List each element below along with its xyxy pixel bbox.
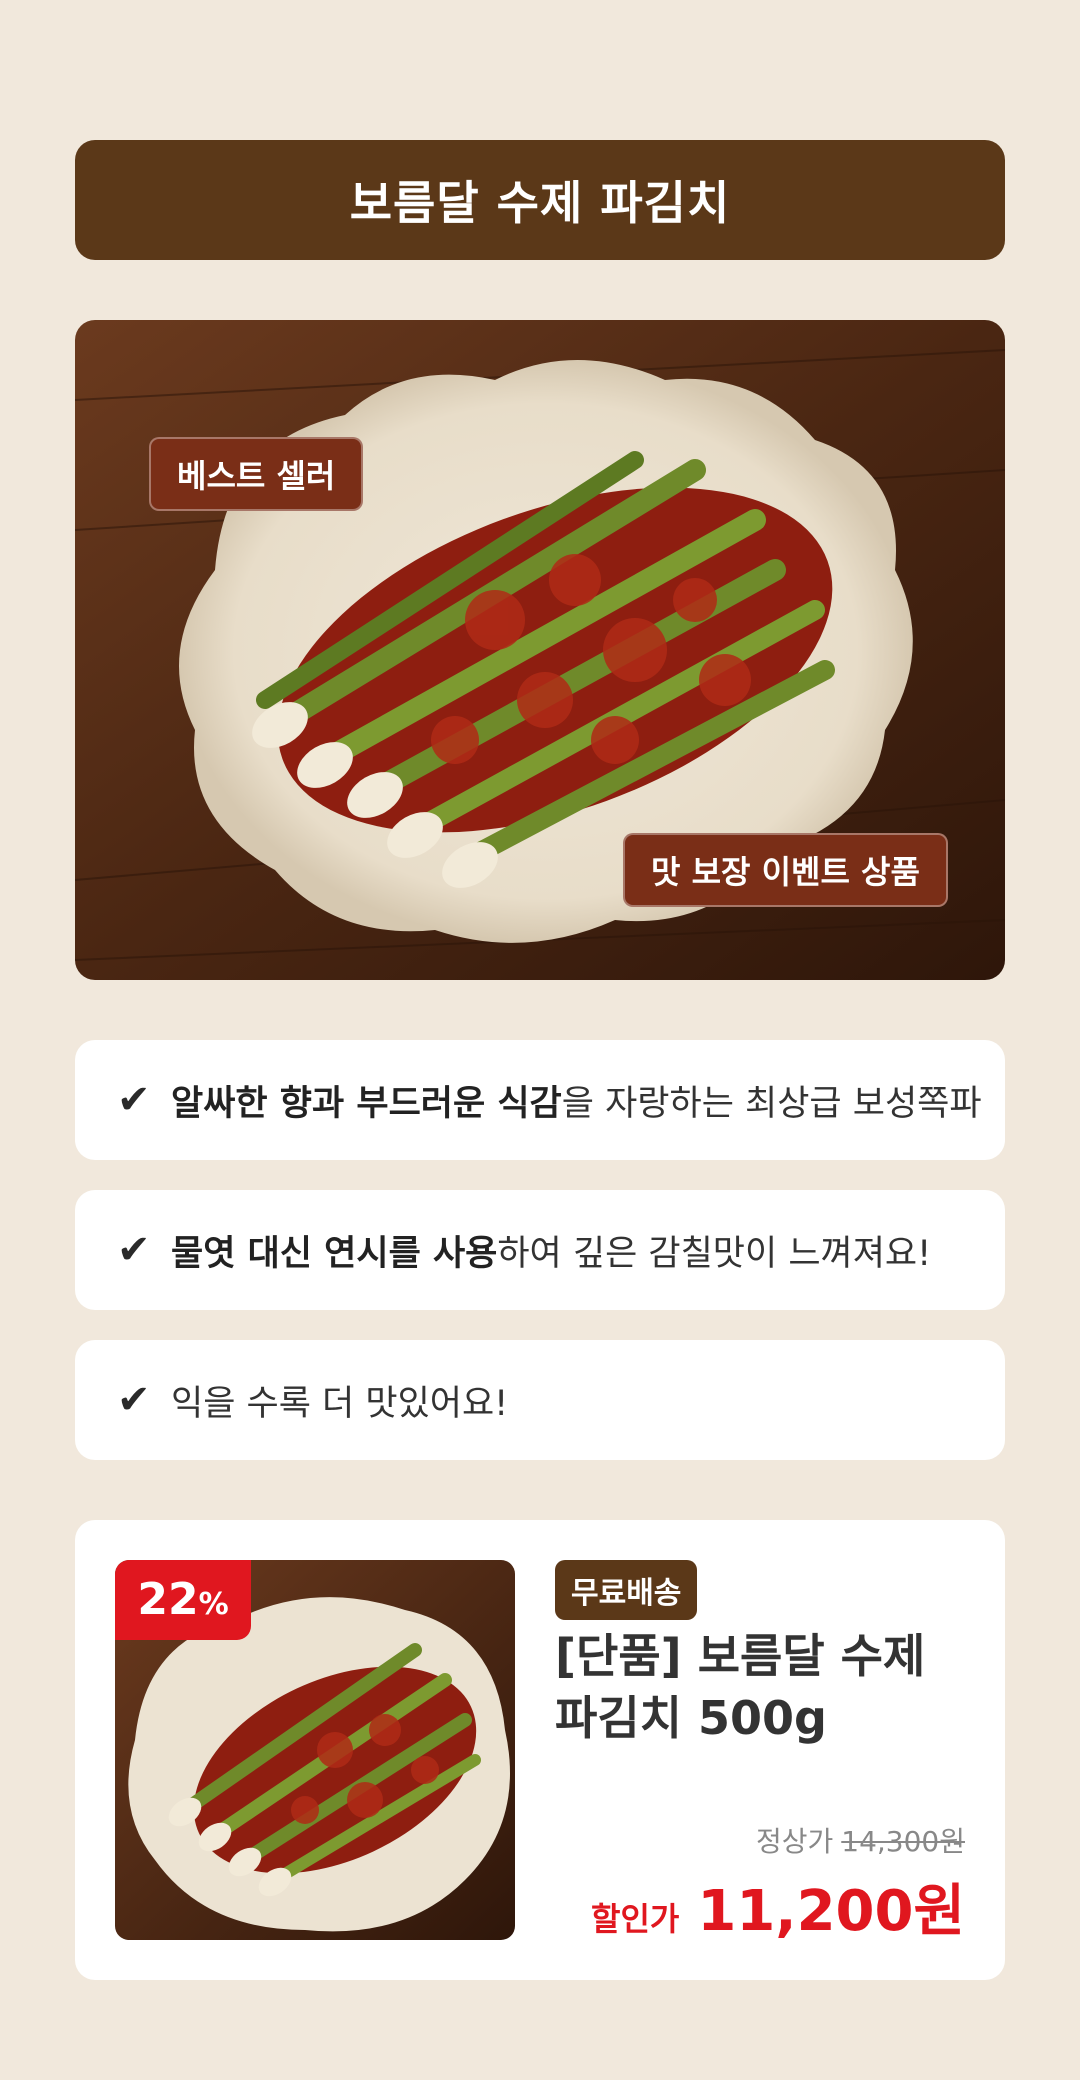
product-name[interactable]: [단품] 보름달 수제 파김치 500g [555,1625,975,1749]
check-icon: ✔ [117,1077,151,1123]
page: 보름달 수제 파김치 베스트 셀러 맛 보장 이벤트 상품 ✔ 알싸한 향과 부… [0,0,1080,2080]
sale-price-row: 할인가 11,200원 [591,1866,965,1947]
hero-image: 베스트 셀러 맛 보장 이벤트 상품 [75,320,1005,980]
check-icon: ✔ [117,1227,151,1273]
feature-card-2: ✔ 물엿 대신 연시를 사용하여 깊은 감칠맛이 느껴져요! [75,1190,1005,1310]
free-shipping-badge: 무료배송 [555,1560,698,1620]
discount-badge: 22% [115,1560,251,1640]
check-icon: ✔ [117,1377,151,1423]
feature-card-1: ✔ 알싸한 향과 부드러운 식감을 자랑하는 최상급 보성쪽파 [75,1040,1005,1160]
sale-price: 11,200원 [697,1879,965,1944]
product-card[interactable]: 22% 무료배송 [단품] 보름달 수제 파김치 500g 정상가 14,300원… [75,1520,1005,1980]
event-product-tag: 맛 보장 이벤트 상품 [623,833,948,907]
page-title-bar: 보름달 수제 파김치 [75,140,1005,260]
product-thumbnail[interactable]: 22% [115,1560,515,1940]
feature-text-1: 알싸한 향과 부드러운 식감을 자랑하는 최상급 보성쪽파 [171,1083,982,1124]
sale-price-label: 할인가 [591,1900,680,1938]
feature-card-3: ✔ 익을 수록 더 맛있어요! [75,1340,1005,1460]
regular-price: 14,300원 [841,1825,965,1858]
feature-text-3: 익을 수록 더 맛있어요! [171,1383,509,1424]
page-title: 보름달 수제 파김치 [349,176,731,230]
regular-price-row: 정상가 14,300원 [756,1820,965,1860]
regular-price-label: 정상가 [755,1825,834,1858]
feature-text-2: 물엿 대신 연시를 사용하여 깊은 감칠맛이 느껴져요! [171,1233,932,1274]
best-seller-tag: 베스트 셀러 [149,437,364,511]
